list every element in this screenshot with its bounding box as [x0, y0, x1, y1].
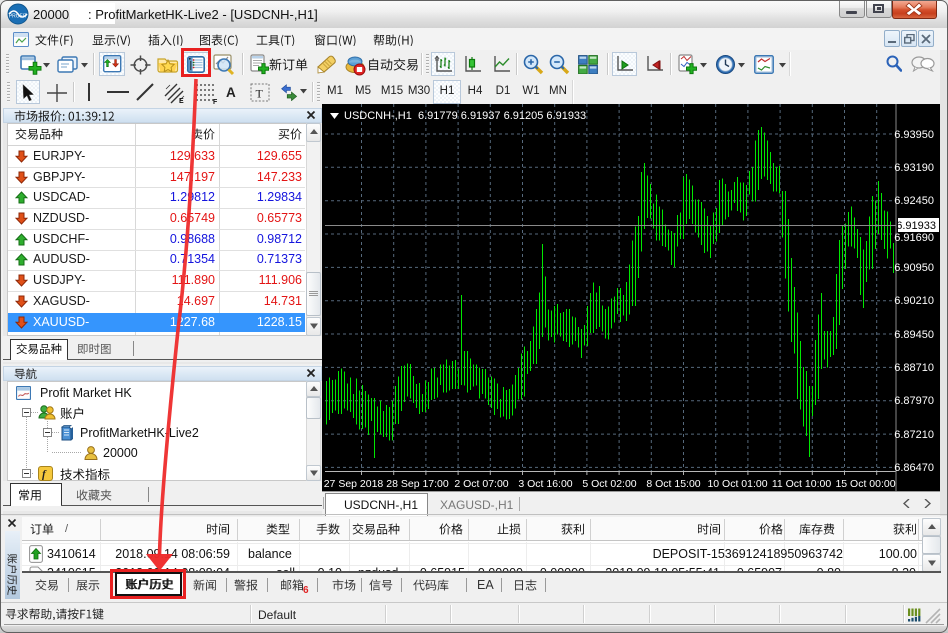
- svg-text:T: T: [256, 87, 264, 101]
- svg-text:PROFIT: PROFIT: [9, 14, 27, 20]
- svg-text:F: F: [213, 99, 218, 104]
